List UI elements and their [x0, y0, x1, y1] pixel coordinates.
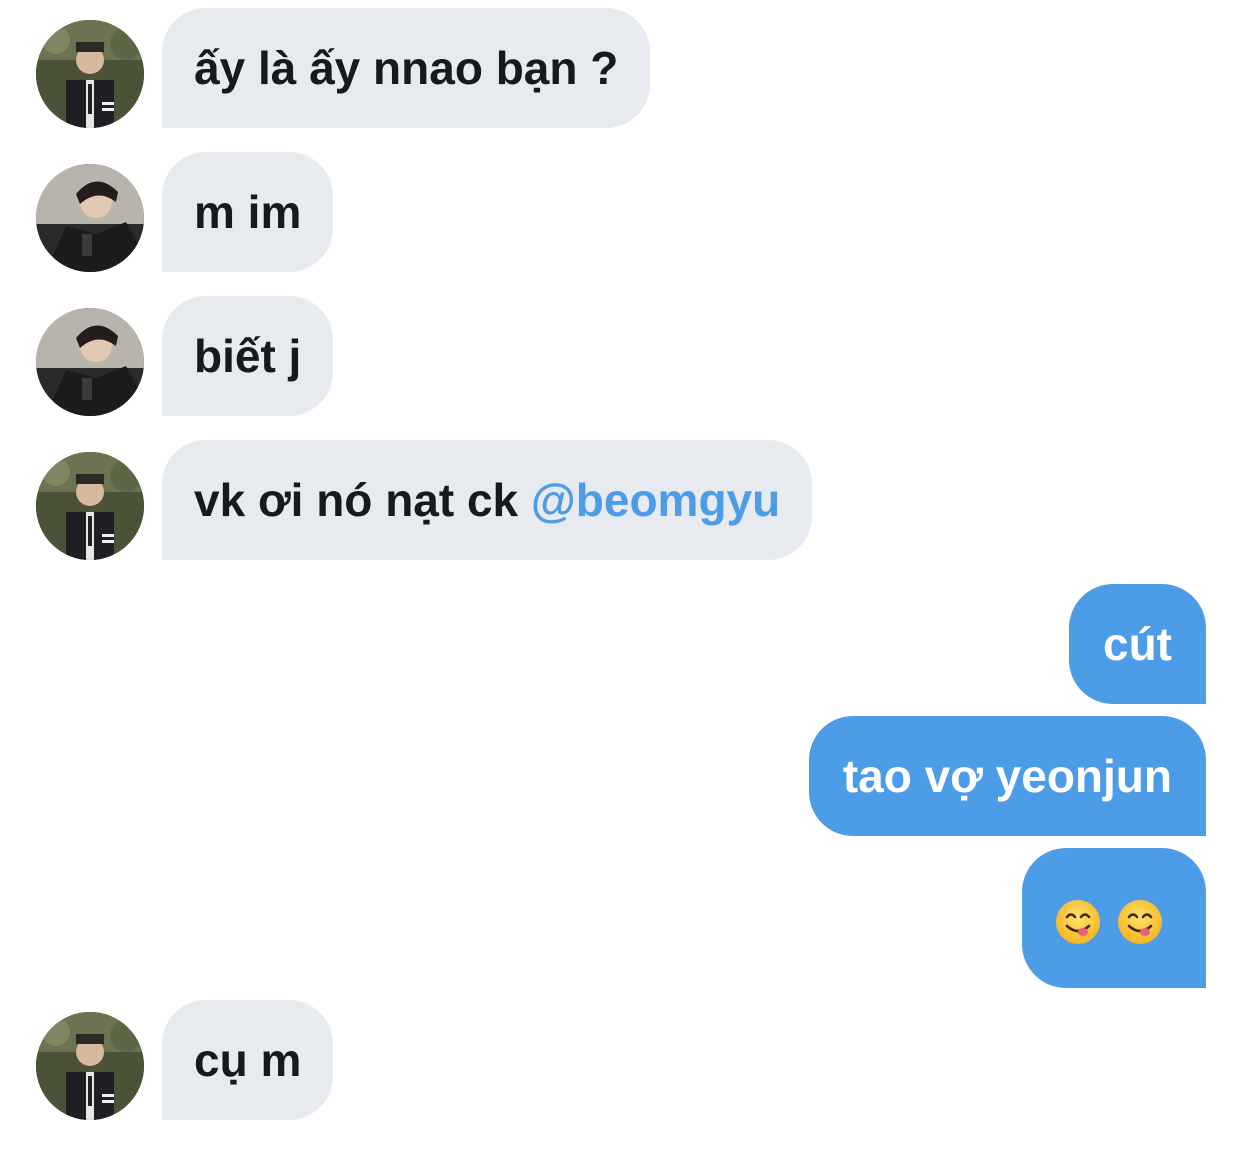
message-row: cụ m [0, 1000, 1242, 1120]
avatar[interactable] [36, 452, 144, 560]
message-row: ấy là ấy nnao bạn ? [0, 8, 1242, 128]
avatar-suit-image [36, 1012, 144, 1120]
message-text: biết j [194, 330, 302, 382]
message-text: cút [1103, 618, 1172, 670]
mention-link[interactable]: @beomgyu [531, 474, 780, 526]
message-row: tao vợ yeonjun [0, 716, 1242, 836]
message-row [0, 848, 1242, 988]
message-text: tao vợ yeonjun [842, 750, 1172, 802]
message-text: vk ơi nó nạt ck [194, 474, 531, 526]
avatar-jacket-image [36, 164, 144, 272]
message-row: m im [0, 152, 1242, 272]
message-bubble[interactable]: ấy là ấy nnao bạn ? [162, 8, 651, 128]
message-text: m im [194, 186, 302, 238]
message-text: ấy là ấy nnao bạn ? [194, 42, 619, 94]
message-bubble[interactable]: vk ơi nó nạt ck @beomgyu [162, 440, 813, 560]
message-bubble[interactable]: biết j [162, 296, 334, 416]
yum-face-emoji [1054, 898, 1102, 946]
message-bubble[interactable]: m im [162, 152, 334, 272]
chat-thread[interactable]: ấy là ấy nnao bạn ? m im biết j vk ơi nó… [0, 0, 1242, 1154]
message-bubble-outgoing[interactable]: tao vợ yeonjun [808, 716, 1206, 836]
emoji-group [1054, 898, 1164, 946]
avatar-suit-image [36, 20, 144, 128]
message-row: vk ơi nó nạt ck @beomgyu [0, 440, 1242, 560]
message-row: biết j [0, 296, 1242, 416]
message-bubble[interactable]: cụ m [162, 1000, 334, 1120]
avatar[interactable] [36, 1012, 144, 1120]
avatar-jacket-image [36, 308, 144, 416]
avatar[interactable] [36, 164, 144, 272]
message-row: cút [0, 584, 1242, 704]
avatar[interactable] [36, 20, 144, 128]
yum-face-emoji [1116, 898, 1164, 946]
message-text: cụ m [194, 1034, 302, 1086]
avatar-suit-image [36, 452, 144, 560]
message-bubble-outgoing[interactable] [1022, 848, 1206, 988]
avatar[interactable] [36, 308, 144, 416]
message-bubble-outgoing[interactable]: cút [1069, 584, 1206, 704]
